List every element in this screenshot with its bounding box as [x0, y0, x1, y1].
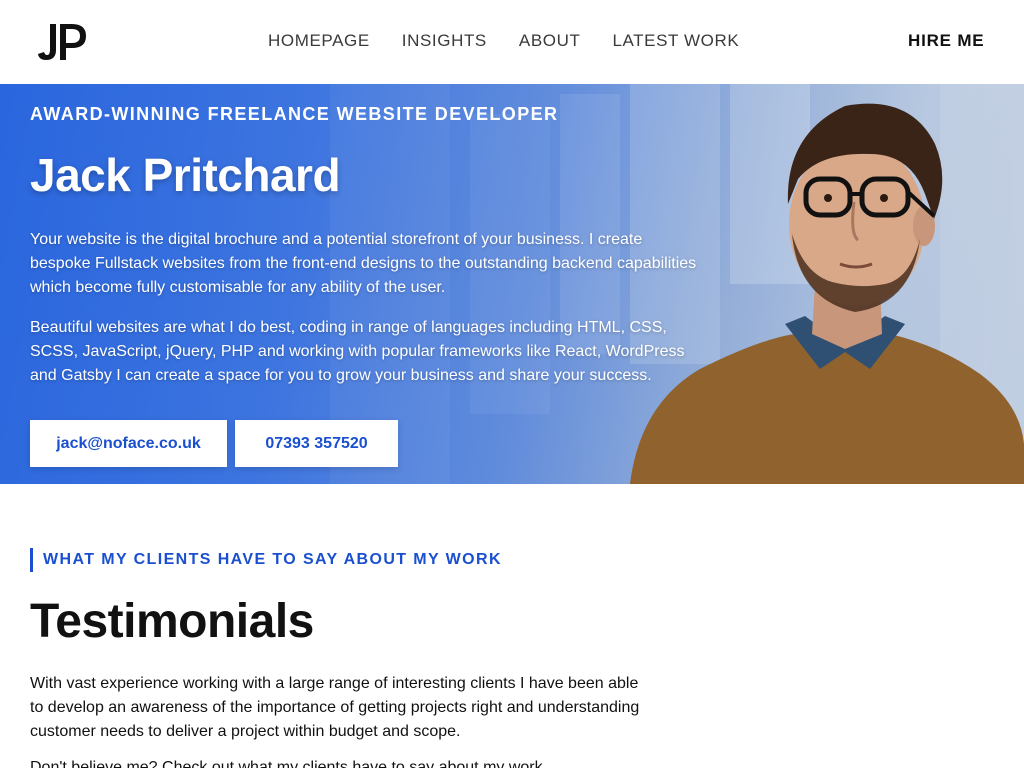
- testimonials-paragraph-2: Don't believe me? Check out what my clie…: [30, 759, 548, 768]
- phone-button[interactable]: 07393 357520: [235, 420, 398, 467]
- hero-paragraph-2: Beautiful websites are what I do best, c…: [30, 319, 685, 384]
- testimonials-paragraph-1: With vast experience working with a larg…: [30, 675, 640, 740]
- hero-kicker: AWARD-WINNING FREELANCE WEBSITE DEVELOPE…: [30, 104, 559, 124]
- site-header: HOMEPAGE INSIGHTS ABOUT LATEST WORK HIRE…: [0, 0, 1024, 84]
- email-button[interactable]: jack@noface.co.uk: [30, 420, 227, 467]
- main-nav: HOMEPAGE INSIGHTS ABOUT LATEST WORK: [268, 31, 771, 51]
- hero-paragraph-1: Your website is the digital brochure and…: [30, 231, 697, 296]
- nav-homepage[interactable]: HOMEPAGE: [268, 31, 370, 51]
- nav-insights[interactable]: INSIGHTS: [402, 31, 487, 51]
- hero-section: AWARD-WINNING FREELANCE WEBSITE DEVELOPE…: [0, 84, 1024, 484]
- testimonials-title: Testimonials: [30, 595, 314, 648]
- portrait-image: [630, 103, 1024, 484]
- jp-logo[interactable]: [36, 22, 90, 62]
- testimonials-kicker: WHAT MY CLIENTS HAVE TO SAY ABOUT MY WOR…: [30, 548, 502, 572]
- nav-about[interactable]: ABOUT: [519, 31, 581, 51]
- hero-name: Jack Pritchard: [30, 149, 341, 201]
- hire-me-link[interactable]: HIRE ME: [908, 31, 984, 51]
- jp-logo-icon: [38, 24, 86, 60]
- nav-latest-work[interactable]: LATEST WORK: [612, 31, 739, 51]
